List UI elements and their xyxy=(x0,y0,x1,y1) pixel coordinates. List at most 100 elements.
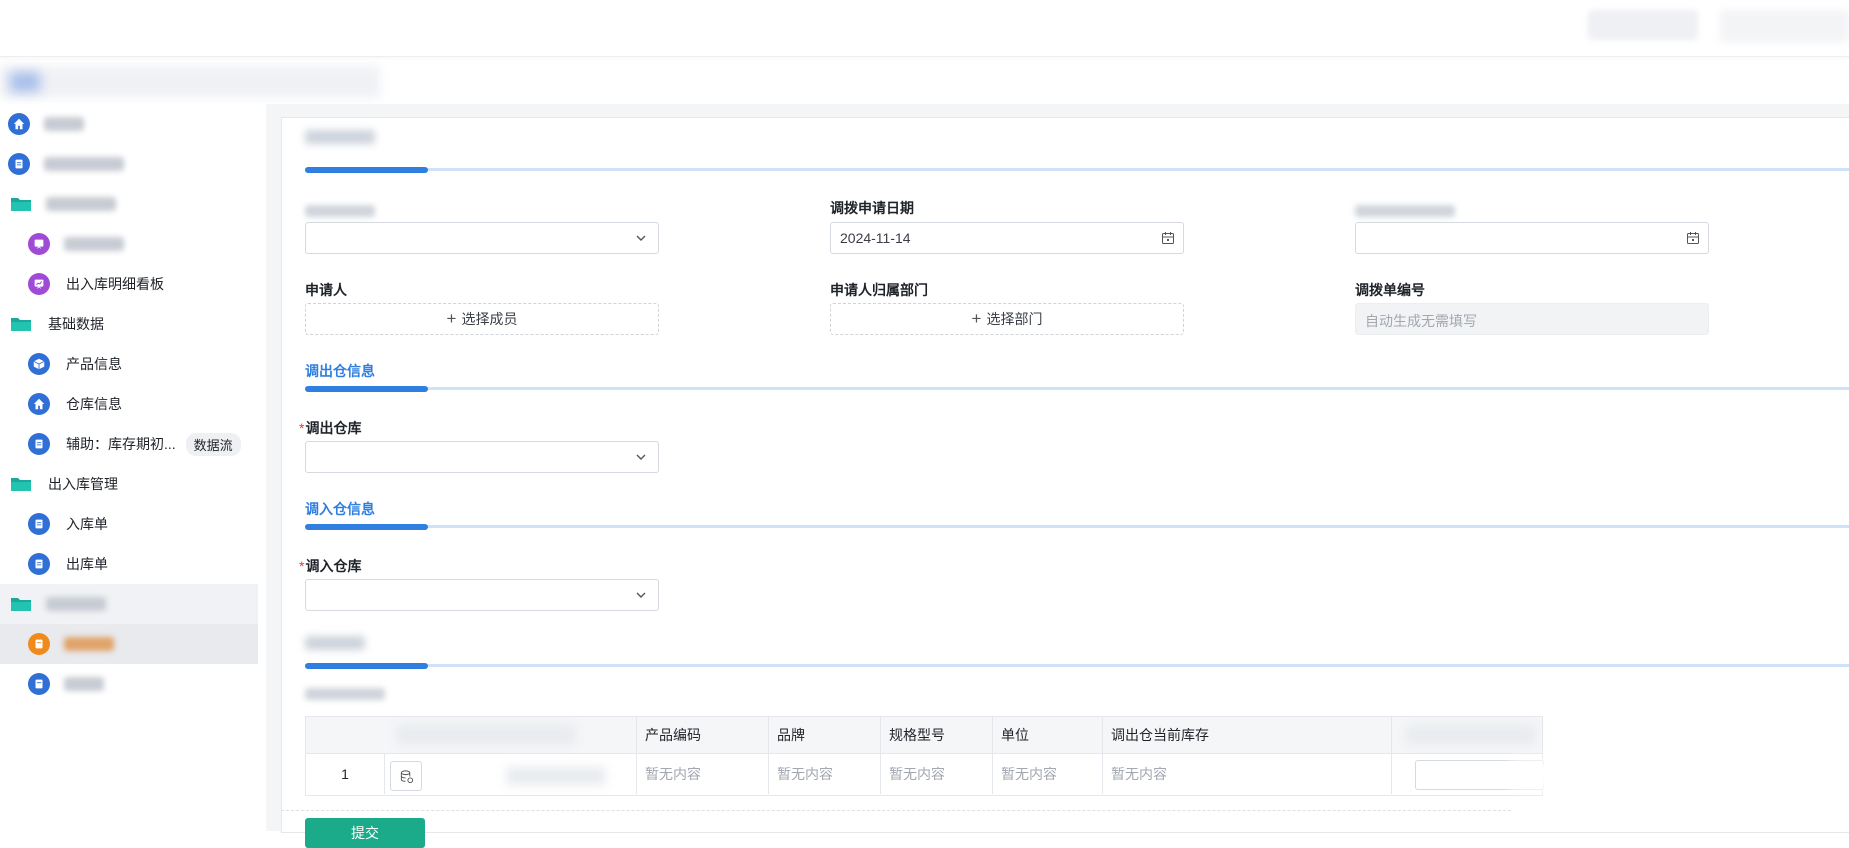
sidebar-item-home[interactable] xyxy=(8,104,266,144)
out-warehouse-select[interactable] xyxy=(305,441,659,473)
folder-icon xyxy=(11,598,31,611)
applicant-label: 申请人 xyxy=(305,282,347,298)
cell-product-code: 暂无内容 xyxy=(636,754,768,794)
sidebar-item-label: 辅助：库存期初... xyxy=(66,436,176,452)
applicant-picker[interactable]: + 选择成员 xyxy=(305,303,659,335)
dept-label: 申请人归属部门 xyxy=(830,282,928,298)
col-product-code: 产品编码 xyxy=(636,717,768,753)
section-title-basic xyxy=(305,130,375,144)
sidebar-group-basic-data[interactable]: 基础数据 xyxy=(10,304,268,344)
chevron-down-icon xyxy=(636,592,646,598)
header-blurred xyxy=(396,725,576,745)
header-blurred xyxy=(1406,725,1536,745)
dashboard-icon xyxy=(28,233,50,255)
out-warehouse-label: *调出仓库 xyxy=(299,420,362,436)
cell-brand: 暂无内容 xyxy=(768,754,880,794)
transfer-icon xyxy=(28,633,50,655)
table-header: 产品编码 品牌 规格型号 单位 调出仓当前库存 xyxy=(306,717,1542,754)
section-divider xyxy=(305,663,1849,669)
sidebar-group-transfer[interactable] xyxy=(0,584,258,624)
sidebar-item-label: 仓库信息 xyxy=(66,396,122,412)
col-unit: 单位 xyxy=(992,717,1102,753)
document-icon xyxy=(8,153,30,175)
applicant-picker-label: 选择成员 xyxy=(461,311,518,327)
top-user-area[interactable] xyxy=(1588,10,1698,40)
apply-date-field[interactable]: 2024-11-14 xyxy=(830,222,1184,254)
submit-button[interactable]: 提交 xyxy=(305,818,425,848)
chevron-down-icon xyxy=(636,454,646,460)
section-divider xyxy=(305,386,1849,392)
sidebar-item-document[interactable] xyxy=(8,144,266,184)
row-index: 1 xyxy=(341,766,349,782)
out-section-title: 调出仓信息 xyxy=(305,363,375,379)
calendar-icon xyxy=(1162,232,1174,244)
document-icon xyxy=(28,553,50,575)
breadcrumb-icon xyxy=(10,72,40,92)
cell-blurred xyxy=(506,767,606,785)
document-icon xyxy=(28,513,50,535)
sidebar-item-label: 基础数据 xyxy=(48,316,104,332)
sidebar-item-blurred[interactable] xyxy=(28,664,286,704)
order-no-label: 调拨单编号 xyxy=(1355,282,1425,298)
sidebar-group-blurred[interactable] xyxy=(10,184,268,224)
top-bar xyxy=(0,0,1849,57)
folder-icon xyxy=(11,198,31,211)
table-label-blurred xyxy=(305,688,385,700)
home-icon xyxy=(8,113,30,135)
sidebar-group-inout-management[interactable]: 出入库管理 xyxy=(10,464,268,504)
required-mark: * xyxy=(299,558,305,574)
sidebar-item-label-blurred xyxy=(64,237,124,251)
sidebar-item-label-blurred xyxy=(46,597,106,611)
apply-date-label: 调拨申请日期 xyxy=(830,200,914,216)
sidebar-item-label-blurred xyxy=(44,117,84,131)
in-warehouse-select[interactable] xyxy=(305,579,659,611)
sidebar-item-label: 出入库管理 xyxy=(48,476,118,492)
col-out-stock: 调出仓当前库存 xyxy=(1102,717,1392,753)
section-title-detail xyxy=(305,636,365,650)
product-table: 产品编码 品牌 规格型号 单位 调出仓当前库存 1 暂无内容 暂无内容 暂无内容… xyxy=(305,716,1544,796)
transfer-type-select[interactable] xyxy=(305,222,659,254)
sidebar-item-label: 产品信息 xyxy=(66,356,122,372)
date-field-2[interactable] xyxy=(1355,222,1709,254)
sidebar-item-aux-opening-stock[interactable]: 辅助：库存期初... 数据流 xyxy=(28,424,286,464)
order-no-field: 自动生成无需填写 xyxy=(1355,303,1709,335)
sidebar: 出入库明细看板 基础数据 产品信息 仓库信息 辅助：库存期初... 数据流 出入… xyxy=(0,104,267,831)
cell-unit: 暂无内容 xyxy=(992,754,1102,794)
sidebar-item-label: 出入库明细看板 xyxy=(66,276,164,292)
col-brand: 品牌 xyxy=(768,717,880,753)
sidebar-item-label-blurred xyxy=(46,197,116,211)
in-warehouse-label: *调入仓库 xyxy=(299,558,362,574)
sidebar-item-warehouse-info[interactable]: 仓库信息 xyxy=(28,384,286,424)
plus-icon: + xyxy=(971,309,982,328)
in-section-title: 调入仓信息 xyxy=(305,501,375,517)
sidebar-item-outbound-order[interactable]: 出库单 xyxy=(28,544,286,584)
sidebar-item-label-blurred xyxy=(44,157,124,171)
section-divider xyxy=(305,167,1849,173)
breadcrumb xyxy=(0,66,380,98)
field-label-blurred xyxy=(1355,205,1455,217)
col-spec: 规格型号 xyxy=(880,717,992,753)
sidebar-item-label-blurred xyxy=(64,677,104,691)
fade-overlay xyxy=(1510,760,1849,790)
sidebar-item-board-blurred[interactable] xyxy=(28,224,286,264)
dataflow-tag: 数据流 xyxy=(185,432,241,456)
sidebar-item-product-info[interactable]: 产品信息 xyxy=(28,344,286,384)
folder-icon xyxy=(11,318,31,331)
sidebar-item-label-blurred xyxy=(64,637,114,651)
dept-picker[interactable]: + 选择部门 xyxy=(830,303,1184,335)
house-icon xyxy=(28,393,50,415)
folder-icon xyxy=(11,478,31,491)
top-right-area xyxy=(1720,10,1849,42)
sidebar-item-transfer-order-active[interactable] xyxy=(0,624,258,664)
select-product-button[interactable] xyxy=(390,761,422,791)
calendar-icon xyxy=(1687,232,1699,244)
sidebar-item-inout-dashboard[interactable]: 出入库明细看板 xyxy=(28,264,286,304)
box-icon xyxy=(28,353,50,375)
order-no-value: 自动生成无需填写 xyxy=(1365,313,1477,329)
required-mark: * xyxy=(299,420,305,436)
database-icon xyxy=(400,769,413,783)
sidebar-item-inbound-order[interactable]: 入库单 xyxy=(28,504,286,544)
apply-date-value: 2024-11-14 xyxy=(840,230,911,246)
document-icon xyxy=(28,673,50,695)
field-label-blurred xyxy=(305,205,375,217)
